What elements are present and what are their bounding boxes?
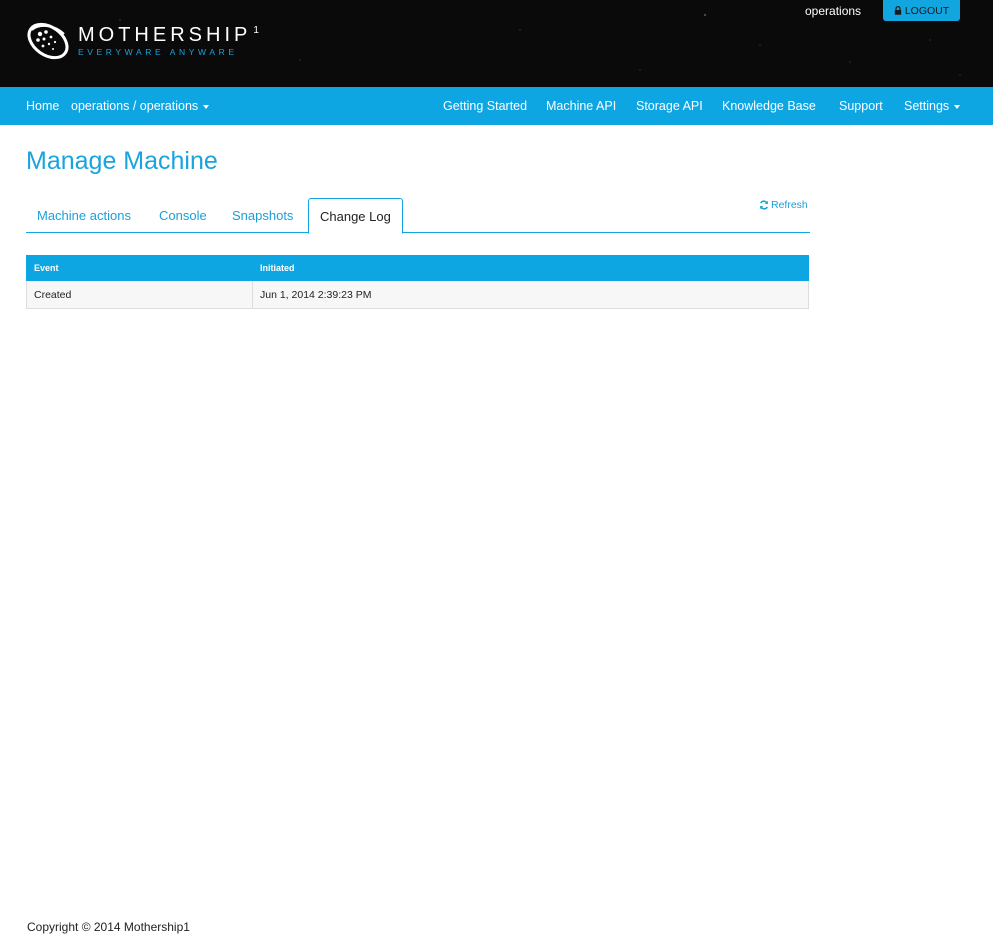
logout-label: LOGOUT [904, 4, 950, 17]
machine-tabs: Machine actions Console Snapshots Change… [26, 198, 810, 234]
nav-knowledge-base[interactable]: Knowledge Base [722, 87, 816, 125]
nav-home[interactable]: Home [26, 87, 59, 125]
tab-console[interactable]: Console [148, 198, 218, 233]
brand-superscript: 1 [253, 25, 259, 36]
table-row: Created Jun 1, 2014 2:39:23 PM [26, 280, 809, 309]
nav-settings-label: Settings [904, 99, 950, 113]
footer-copyright: Copyright © 2014 Mothership1 [27, 920, 190, 934]
brand-logo[interactable]: MOTHERSHIP 1 EVERYWARE ANYWARE [24, 16, 259, 66]
nav-org-dropdown[interactable]: operations / operations [71, 87, 210, 125]
tab-change-log[interactable]: Change Log [308, 198, 403, 234]
refresh-button[interactable]: Refresh [759, 198, 808, 212]
header: MOTHERSHIP 1 EVERYWARE ANYWARE operations… [0, 0, 993, 87]
tab-snapshots[interactable]: Snapshots [221, 198, 304, 233]
nav-support[interactable]: Support [839, 87, 883, 125]
event-cell: Created [26, 280, 253, 309]
nav-machine-api[interactable]: Machine API [546, 87, 616, 125]
nav-settings-dropdown[interactable]: Settings [904, 87, 961, 125]
brand-name-text: MOTHERSHIP [78, 24, 252, 46]
logout-button[interactable]: LOGOUT [883, 0, 960, 21]
brand-tagline: EVERYWARE ANYWARE [78, 47, 238, 57]
change-log-table: Event Initiated Created Jun 1, 2014 2:39… [26, 255, 809, 309]
table-header-row: Event Initiated [26, 255, 809, 281]
current-user-name[interactable]: operations [805, 4, 861, 18]
tab-machine-actions[interactable]: Machine actions [26, 198, 142, 233]
lock-icon [894, 6, 902, 15]
refresh-icon [759, 200, 769, 210]
initiated-cell: Jun 1, 2014 2:39:23 PM [252, 280, 809, 309]
caret-down-icon [203, 104, 210, 109]
nav-org-label: operations / operations [71, 99, 199, 113]
main-navbar: Home operations / operations Getting Sta… [0, 87, 993, 125]
column-header-initiated[interactable]: Initiated [252, 255, 809, 281]
mothership-logo-icon [27, 22, 69, 60]
refresh-label: Refresh [771, 199, 808, 211]
brand-name: MOTHERSHIP 1 [78, 25, 259, 45]
nav-getting-started[interactable]: Getting Started [443, 87, 527, 125]
column-header-event[interactable]: Event [26, 255, 253, 281]
page-title: Manage Machine [26, 147, 218, 175]
caret-down-icon [954, 104, 961, 109]
nav-storage-api[interactable]: Storage API [636, 87, 703, 125]
